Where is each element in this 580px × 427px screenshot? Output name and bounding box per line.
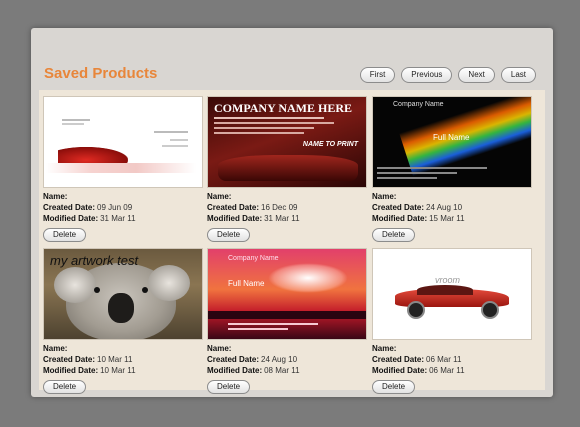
name-label: Name: [372, 344, 397, 353]
thumbnail-company-text: COMPANY NAME HERE [214, 101, 352, 115]
thumbnail-company-text: Company Name [393, 101, 444, 108]
thumbnail-caption-text: my artwork test [50, 253, 139, 268]
name-label: Name: [372, 192, 397, 201]
thumbnail-tag-text: NAME TO PRINT [302, 141, 358, 148]
delete-button[interactable]: Delete [207, 380, 251, 394]
product-thumbnail[interactable]: Company Name Full Name [207, 248, 367, 340]
modified-date: 31 Mar 11 [100, 214, 136, 223]
created-date: 06 Mar 11 [426, 355, 462, 364]
modified-date: 06 Mar 11 [429, 366, 465, 375]
created-date: 24 Aug 10 [426, 203, 463, 212]
product-thumbnail[interactable] [43, 96, 203, 188]
created-label: Created Date: [372, 203, 425, 212]
modified-date: 10 Mar 11 [100, 366, 136, 375]
name-label: Name: [43, 192, 68, 201]
delete-button[interactable]: Delete [43, 228, 87, 242]
modified-label: Modified Date: [207, 214, 263, 223]
modified-label: Modified Date: [207, 366, 263, 375]
product-thumbnail[interactable]: my artwork test [43, 248, 203, 340]
product-card: my artwork test Name: Created Date: 10 Ma… [43, 248, 203, 394]
name-label: Name: [207, 192, 232, 201]
thumbnail-company-text: Company Name [228, 255, 279, 262]
modified-date: 15 Mar 11 [429, 214, 465, 223]
modified-label: Modified Date: [43, 366, 99, 375]
product-card: Company Name Full Name Name: Created Dat… [372, 96, 532, 242]
created-label: Created Date: [372, 355, 425, 364]
delete-button[interactable]: Delete [207, 228, 251, 242]
previous-page-button[interactable]: Previous [401, 67, 453, 83]
created-date: 10 Mar 11 [97, 355, 133, 364]
product-thumbnail[interactable]: COMPANY NAME HERE NAME TO PRINT [207, 96, 367, 188]
modified-date: 08 Mar 11 [264, 366, 300, 375]
name-label: Name: [207, 344, 232, 353]
delete-button[interactable]: Delete [372, 228, 416, 242]
modified-date: 31 Mar 11 [264, 214, 300, 223]
product-thumbnail[interactable]: vroom [372, 248, 532, 340]
created-label: Created Date: [43, 355, 96, 364]
last-page-button[interactable]: Last [500, 67, 536, 83]
product-card: vroom Name: Created Date: 06 Mar 11 Modif… [372, 248, 532, 394]
first-page-button[interactable]: First [359, 67, 396, 83]
created-date: 16 Dec 09 [261, 203, 298, 212]
thumbnail-fullname-text: Full Name [433, 133, 470, 142]
name-label: Name: [43, 344, 68, 353]
page-title: Saved Products [44, 65, 158, 82]
modified-label: Modified Date: [372, 214, 428, 223]
created-label: Created Date: [207, 203, 260, 212]
pagination: First Previous Next Last [359, 67, 536, 83]
modified-label: Modified Date: [372, 366, 428, 375]
product-thumbnail[interactable]: Company Name Full Name [372, 96, 532, 188]
next-page-button[interactable]: Next [458, 67, 495, 83]
delete-button[interactable]: Delete [372, 380, 416, 394]
created-date: 09 Jun 09 [97, 203, 133, 212]
saved-products-window: Saved Products First Previous Next Last … [31, 28, 553, 397]
product-card: COMPANY NAME HERE NAME TO PRINT Name: Cr… [207, 96, 367, 242]
thumbnail-fullname-text: Full Name [228, 279, 265, 288]
product-card: Company Name Full Name Name: Created Dat… [207, 248, 367, 394]
created-date: 24 Aug 10 [261, 355, 298, 364]
delete-button[interactable]: Delete [43, 380, 87, 394]
created-label: Created Date: [43, 203, 96, 212]
products-grid: Name: Created Date: 09 Jun 09 Modified Da… [39, 90, 545, 394]
thumbnail-brand-text: vroom [435, 275, 461, 285]
product-card: Name: Created Date: 09 Jun 09 Modified Da… [43, 96, 203, 242]
created-label: Created Date: [207, 355, 260, 364]
modified-label: Modified Date: [43, 214, 99, 223]
